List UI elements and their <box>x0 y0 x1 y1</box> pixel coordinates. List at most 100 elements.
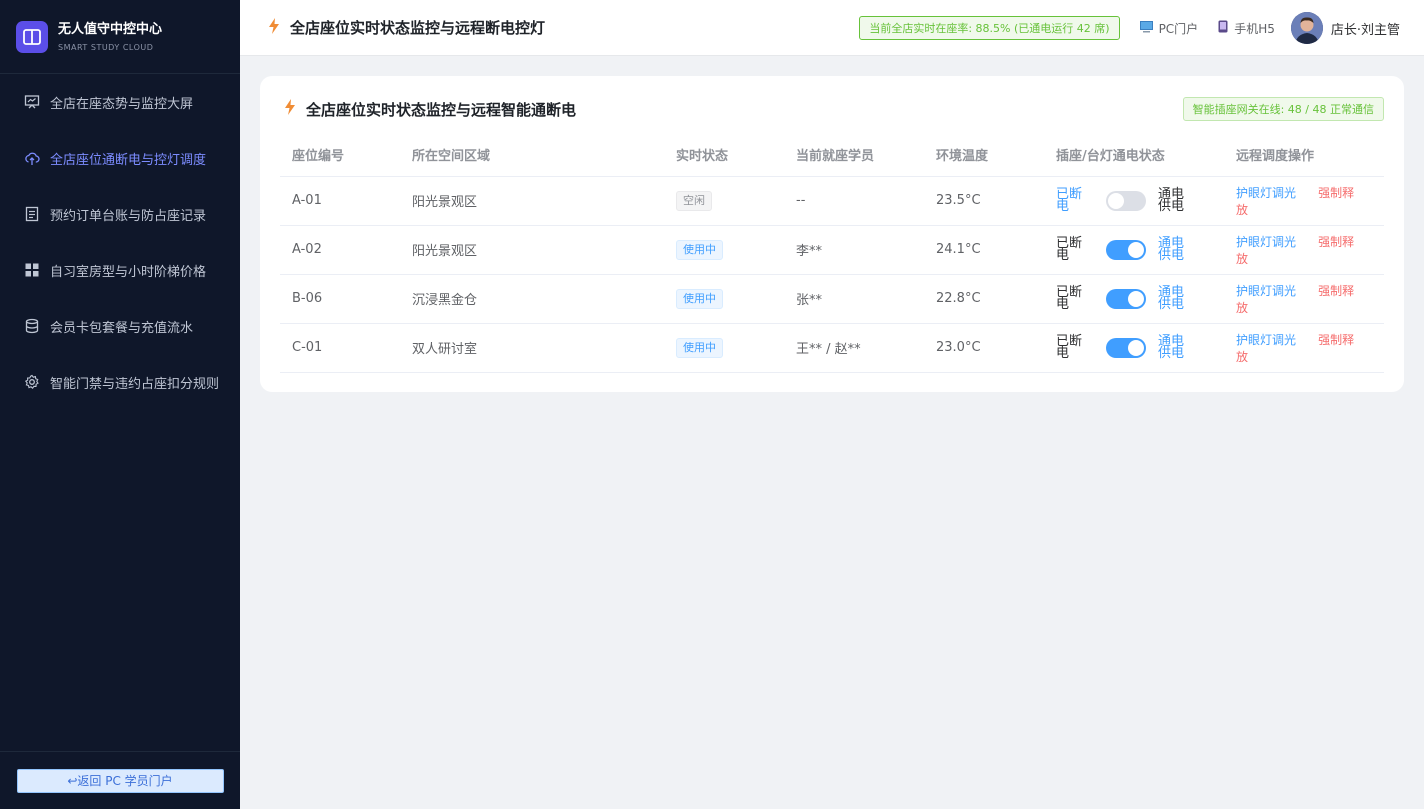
dim-light-button[interactable]: 护眼灯调光 <box>1236 333 1296 347</box>
status-badge: 空闲 <box>676 190 712 211</box>
power-on-label: 通电供电 <box>1158 235 1185 263</box>
sidebar-item-label: 自习室房型与小时阶梯价格 <box>50 264 207 280</box>
back-to-portal-button[interactable]: ↩返回 PC 学员门户 <box>16 768 224 793</box>
power-on-label: 通电供电 <box>1158 284 1185 312</box>
table-row: A-01 阳光景观区 空闲 -- 23.5°C 已断电 通电供电 护眼灯调光 强… <box>280 176 1384 226</box>
power-toggle[interactable] <box>1106 288 1146 309</box>
table-row: B-06 沉浸黑金仓 使用中 张** 22.8°C 已断电 通电供电 护眼灯调光… <box>280 274 1384 324</box>
monitor-icon <box>1139 20 1153 36</box>
sidebar-item-label: 全店座位通断电与控灯调度 <box>50 152 207 168</box>
power-toggle[interactable] <box>1106 239 1146 260</box>
presentation-icon <box>24 94 40 110</box>
table-header-row: 座位编号 所在空间区域 实时状态 当前就座学员 环境温度 插座/台灯通电状态 远… <box>280 134 1384 177</box>
power-control: 已断电 通电供电 <box>1056 186 1224 214</box>
sidebar-footer: ↩返回 PC 学员门户 <box>0 751 240 809</box>
seat-id: A-01 <box>280 176 400 226</box>
sidebar-item-label: 预约订单台账与防占座记录 <box>50 208 207 224</box>
page-title-text: 全店座位实时状态监控与远程断电控灯 <box>290 19 546 37</box>
document-icon <box>24 206 40 222</box>
brand: 无人值守中控中心 SMART STUDY CLOUD <box>0 0 240 74</box>
sidebar: 无人值守中控中心 SMART STUDY CLOUD 全店在座态势与监控大屏 全… <box>0 0 240 809</box>
cloud-upload-icon <box>24 150 40 166</box>
dim-light-button[interactable]: 护眼灯调光 <box>1236 235 1296 249</box>
power-control: 已断电 通电供电 <box>1056 235 1224 263</box>
page-title: 全店座位实时状态监控与远程断电控灯 <box>268 17 545 38</box>
grid-icon <box>24 262 40 278</box>
phone-icon <box>1218 20 1228 36</box>
status-badge: 使用中 <box>676 337 723 358</box>
bolt-icon <box>268 17 280 38</box>
book-icon <box>16 20 48 53</box>
table-row: A-02 阳光景观区 使用中 李** 24.1°C 已断电 通电供电 护眼灯调光… <box>280 225 1384 275</box>
power-off-label: 已断电 <box>1056 333 1083 361</box>
sidebar-item-power-control[interactable]: 全店座位通断电与控灯调度 <box>0 130 240 186</box>
sidebar-item-label: 会员卡包套餐与充值流水 <box>50 320 194 336</box>
brand-subtitle: SMART STUDY CLOUD <box>58 43 154 52</box>
sidebar-item-access-rules[interactable]: 智能门禁与违约占座扣分规则 <box>0 354 240 410</box>
column-header: 当前就座学员 <box>784 134 924 177</box>
toggle-knob <box>1128 241 1144 258</box>
sidebar-nav: 全店在座态势与监控大屏 全店座位通断电与控灯调度 预约订单台账与防占座记录 自习… <box>0 74 240 410</box>
seat-student: -- <box>784 176 924 226</box>
seat-table: 座位编号 所在空间区域 实时状态 当前就座学员 环境温度 插座/台灯通电状态 远… <box>280 134 1384 373</box>
power-control: 已断电 通电供电 <box>1056 284 1224 312</box>
seat-temperature: 24.1°C <box>924 225 1044 275</box>
pc-portal-link[interactable]: PC门户 <box>1139 20 1199 37</box>
toggle-knob <box>1128 290 1144 307</box>
mobile-h5-link[interactable]: 手机H5 <box>1218 20 1275 37</box>
table-row: C-01 双人研讨室 使用中 王** / 赵** 23.0°C 已断电 通电供电… <box>280 323 1384 373</box>
toggle-knob <box>1128 339 1144 356</box>
power-on-label: 通电供电 <box>1158 333 1185 361</box>
sidebar-item-label: 全店在座态势与监控大屏 <box>50 96 194 112</box>
power-toggle[interactable] <box>1106 190 1146 211</box>
sidebar-item-membership[interactable]: 会员卡包套餐与充值流水 <box>0 298 240 354</box>
brand-title: 无人值守中控中心 <box>58 22 163 37</box>
seat-zone: 阳光景观区 <box>400 225 664 275</box>
seat-student: 王** / 赵** <box>784 323 924 373</box>
database-icon <box>24 318 40 334</box>
power-control: 已断电 通电供电 <box>1056 333 1224 361</box>
occupancy-badge: 当前全店实时在座率: 88.5% (已通电运行 42 席) <box>859 16 1120 40</box>
sidebar-item-orders[interactable]: 预约订单台账与防占座记录 <box>0 186 240 242</box>
seat-temperature: 23.5°C <box>924 176 1044 226</box>
column-header: 远程调度操作 <box>1224 134 1384 177</box>
column-header: 插座/台灯通电状态 <box>1044 134 1224 177</box>
card-title-text: 全店座位实时状态监控与远程智能通断电 <box>306 100 577 119</box>
power-off-label: 已断电 <box>1056 235 1083 263</box>
power-off-label: 已断电 <box>1056 284 1083 312</box>
column-header: 实时状态 <box>664 134 784 177</box>
top-header: 全店座位实时状态监控与远程断电控灯 当前全店实时在座率: 88.5% (已通电运… <box>240 0 1424 56</box>
seat-student: 张** <box>784 274 924 324</box>
seat-temperature: 23.0°C <box>924 323 1044 373</box>
toggle-knob <box>1108 192 1124 209</box>
card-title: 全店座位实时状态监控与远程智能通断电 <box>284 99 576 120</box>
mobile-h5-label: 手机H5 <box>1234 21 1275 36</box>
power-off-label: 已断电 <box>1056 186 1083 214</box>
seat-zone: 双人研讨室 <box>400 323 664 373</box>
sidebar-item-monitor-screen[interactable]: 全店在座态势与监控大屏 <box>0 74 240 130</box>
user-name: 店长·刘主管 <box>1330 22 1400 38</box>
status-badge: 使用中 <box>676 239 723 260</box>
seat-id: A-02 <box>280 225 400 275</box>
gateway-status-badge: 智能插座网关在线: 48 / 48 正常通信 <box>1182 97 1384 121</box>
pc-portal-label: PC门户 <box>1158 21 1199 36</box>
dim-light-button[interactable]: 护眼灯调光 <box>1236 186 1296 200</box>
avatar <box>1290 12 1323 44</box>
seat-id: C-01 <box>280 323 400 373</box>
dim-light-button[interactable]: 护眼灯调光 <box>1236 284 1296 298</box>
seat-temperature: 22.8°C <box>924 274 1044 324</box>
status-badge: 使用中 <box>676 288 723 309</box>
power-on-label: 通电供电 <box>1158 186 1185 214</box>
column-header: 环境温度 <box>924 134 1044 177</box>
column-header: 所在空间区域 <box>400 134 664 177</box>
seat-monitor-card: 全店座位实时状态监控与远程智能通断电 智能插座网关在线: 48 / 48 正常通… <box>260 76 1404 392</box>
power-toggle[interactable] <box>1106 337 1146 358</box>
gear-icon <box>24 374 40 390</box>
seat-zone: 沉浸黑金仓 <box>400 274 664 324</box>
seat-zone: 阳光景观区 <box>400 176 664 226</box>
seat-student: 李** <box>784 225 924 275</box>
sidebar-item-label: 智能门禁与违约占座扣分规则 <box>50 376 220 392</box>
column-header: 座位编号 <box>280 134 400 177</box>
sidebar-item-room-pricing[interactable]: 自习室房型与小时阶梯价格 <box>0 242 240 298</box>
user-menu[interactable]: 店长·刘主管 <box>1290 12 1400 44</box>
